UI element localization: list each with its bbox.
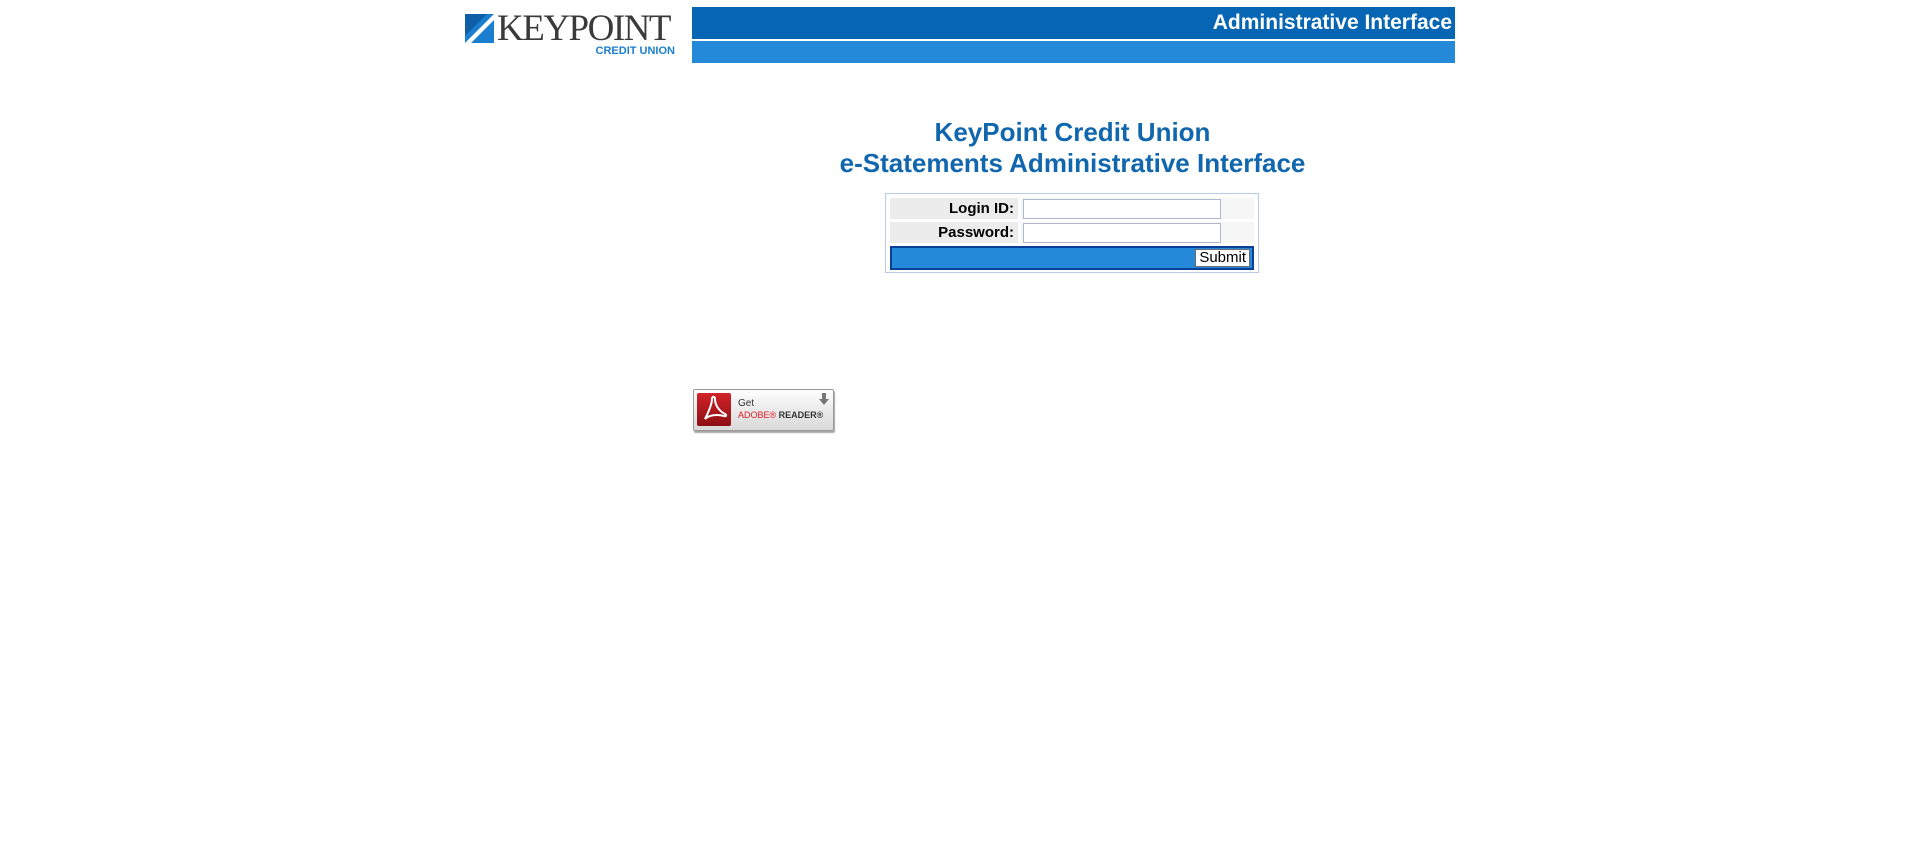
page-subtitle: e-Statements Administrative Interface — [839, 148, 1306, 178]
adobe-brand-name: ADOBE® — [738, 410, 777, 420]
password-label: Password: — [890, 222, 1018, 243]
login-form: Login ID: Password: Submit — [885, 193, 1259, 273]
download-arrow-icon — [819, 393, 829, 405]
password-cell — [1021, 222, 1254, 243]
adobe-get-text: Get — [738, 398, 755, 409]
login-id-input[interactable] — [1023, 199, 1221, 219]
submit-button[interactable]: Submit — [1195, 249, 1250, 267]
adobe-product-name: READER® — [778, 410, 824, 420]
adobe-reader-icon — [697, 393, 731, 426]
header-sub-bar — [692, 41, 1455, 63]
submit-bar: Submit — [890, 246, 1254, 270]
password-input[interactable] — [1023, 223, 1221, 243]
get-adobe-reader-button[interactable]: Get ADOBE® READER® — [693, 389, 834, 431]
page: KEYPOINT CREDIT UNION Administrative Int… — [0, 0, 1920, 848]
adobe-brand-text: ADOBE® READER® — [738, 410, 823, 420]
header-bar: Administrative Interface — [692, 7, 1455, 39]
login-id-label: Login ID: — [890, 198, 1018, 219]
keypoint-logo-mark-icon — [465, 14, 494, 43]
adobe-acrobat-swirl-icon — [704, 395, 728, 420]
logo-wordmark: KEYPOINT — [497, 8, 671, 49]
header-title: Administrative Interface — [1212, 11, 1452, 34]
login-id-cell — [1021, 198, 1254, 219]
page-title: KeyPoint Credit Union — [934, 117, 1211, 147]
logo-subtitle: CREDIT UNION — [595, 45, 675, 57]
keypoint-logo[interactable]: KEYPOINT CREDIT UNION — [465, 8, 675, 58]
